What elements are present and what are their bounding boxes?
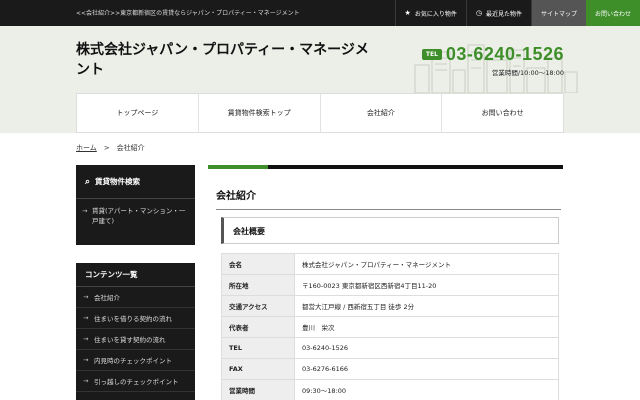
nav-item-top-page[interactable]: トップページ bbox=[77, 94, 198, 132]
site-header: 株式会社ジャパン・プロパティー・マネージメント TEL 03-6240-1526 … bbox=[0, 26, 640, 93]
sidebar-item-viewing-checkpoints[interactable]: 内見時のチェックポイント bbox=[76, 350, 195, 371]
sidebar-item-lease-flow[interactable]: 住まいを貸す契約の流れ bbox=[76, 329, 195, 350]
table-key: 所在地 bbox=[221, 274, 295, 296]
table-row: FAX 03-6276-6166 bbox=[221, 358, 559, 380]
table-value: 09:30～18:00 bbox=[294, 379, 559, 400]
company-info-table: 会名 株式会社ジャパン・プロパティー・マネージメント 所在地 〒160-0023 東… bbox=[221, 253, 559, 400]
breadcrumb-home-link[interactable]: ホーム bbox=[76, 144, 97, 152]
table-value: 〒160-0023 東京都新宿区西新宿4丁目11-20 bbox=[294, 274, 559, 296]
table-row: 所在地 〒160-0023 東京都新宿区西新宿4丁目11-20 bbox=[221, 274, 559, 296]
sidebar-item-rent-flow[interactable]: 住まいを借りる契約の流れ bbox=[76, 308, 195, 329]
sidebar-item-company[interactable]: 会社紹介 bbox=[76, 287, 195, 308]
main-content: 会社紹介 会社概要 会名 株式会社ジャパン・プロパティー・マネージメント 所在地〒… bbox=[208, 165, 563, 400]
section-heading-box: 会社概要 bbox=[221, 217, 559, 244]
recently-viewed-label: 最近見た物件 bbox=[485, 10, 522, 18]
sitemap-label: サイトマップ bbox=[540, 10, 577, 18]
table-value: 03-6240-1526 bbox=[294, 337, 559, 359]
sidebar-contents-title: コンテンツ一覧 bbox=[76, 263, 195, 287]
top-links: ★ お気に入り物件 ◷ 最近見た物件 サイトマップ お問い合わせ bbox=[394, 0, 640, 26]
table-key: 営業時間 bbox=[221, 379, 295, 400]
top-bar: <<会社紹介>>東京都新宿区の賃貸ならジャパン・プロパティー・マネージメント ★… bbox=[0, 0, 640, 26]
table-key: FAX bbox=[221, 358, 295, 380]
table-value: 03-6276-6166 bbox=[294, 358, 559, 380]
table-row: TEL 03-6240-1526 bbox=[221, 337, 559, 359]
breadcrumb: ホーム > 会社紹介 bbox=[76, 143, 145, 153]
table-row: 交通アクセス 都営大江戸線 / 西新宿五丁目 徒歩 2分 bbox=[221, 295, 559, 317]
company-name[interactable]: 株式会社ジャパン・プロパティー・マネージメント bbox=[76, 40, 376, 80]
search-icon: ⌕ bbox=[85, 176, 91, 187]
table-value: 株式会社ジャパン・プロパティー・マネージメント bbox=[294, 253, 559, 275]
nav-item-search-top[interactable]: 賃貸物件検索トップ bbox=[197, 94, 320, 132]
phone-block: TEL 03-6240-1526 営業時間/10:00～18:00 bbox=[421, 44, 564, 77]
breadcrumb-current: 会社紹介 bbox=[116, 144, 145, 152]
sidebar-item-moving-checkpoints[interactable]: 引っ越しのチェックポイント bbox=[76, 371, 195, 392]
sidebar-search-header: ⌕ 賃貸物件検索 bbox=[76, 165, 195, 199]
contact-link[interactable]: お問い合わせ bbox=[585, 0, 640, 26]
table-value: 豊川 栄次 bbox=[294, 316, 559, 338]
table-value: 都営大江戸線 / 西新宿五丁目 徒歩 2分 bbox=[294, 295, 559, 317]
sidebar-search-box: ⌕ 賃貸物件検索 賃貸(アパート・マンション・一戸建て) bbox=[76, 165, 195, 245]
tel-badge: TEL bbox=[421, 49, 442, 60]
table-key: TEL bbox=[221, 337, 295, 359]
nav-item-company[interactable]: 会社紹介 bbox=[319, 94, 442, 132]
title-divider bbox=[216, 209, 561, 210]
recently-viewed-link[interactable]: ◷ 最近見た物件 bbox=[465, 0, 531, 26]
table-row: 営業時間 09:30～18:00 bbox=[221, 379, 559, 400]
table-key: 交通アクセス bbox=[221, 295, 295, 317]
global-nav: トップページ 賃貸物件検索トップ 会社紹介 お問い合わせ bbox=[76, 93, 564, 133]
business-hours: 営業時間/10:00～18:00 bbox=[491, 69, 564, 77]
star-icon: ★ bbox=[404, 9, 411, 17]
title-bar-accent bbox=[208, 165, 268, 169]
top-breadcrumb: <<会社紹介>>東京都新宿区の賃貸ならジャパン・プロパティー・マネージメント bbox=[76, 10, 300, 17]
page-title: 会社紹介 bbox=[216, 191, 256, 202]
contact-label: お問い合わせ bbox=[594, 10, 631, 18]
title-bar-line bbox=[208, 165, 563, 169]
nav-item-contact[interactable]: お問い合わせ bbox=[441, 94, 563, 132]
favorites-label: お気に入り物件 bbox=[414, 10, 457, 18]
sidebar-contents-box: コンテンツ一覧 会社紹介 住まいを借りる契約の流れ 住まいを貸す契約の流れ 内見… bbox=[76, 263, 195, 400]
sitemap-link[interactable]: サイトマップ bbox=[530, 0, 586, 26]
sidebar-search-title: 賃貸物件検索 bbox=[95, 177, 141, 186]
section-title: 会社概要 bbox=[233, 227, 265, 236]
table-key: 会名 bbox=[221, 253, 295, 275]
favorites-link[interactable]: ★ お気に入り物件 bbox=[394, 0, 466, 26]
table-row: 代表者 豊川 栄次 bbox=[221, 316, 559, 338]
clock-icon: ◷ bbox=[475, 9, 482, 17]
breadcrumb-separator: > bbox=[103, 144, 110, 152]
phone-number: 03-6240-1526 bbox=[445, 44, 564, 64]
nav-band: トップページ 賃貸物件検索トップ 会社紹介 お問い合わせ bbox=[0, 93, 640, 133]
table-key: 代表者 bbox=[221, 316, 295, 338]
sidebar-item-rental[interactable]: 賃貸(アパート・マンション・一戸建て) bbox=[76, 199, 195, 226]
table-row: 会名 株式会社ジャパン・プロパティー・マネージメント bbox=[221, 253, 559, 275]
